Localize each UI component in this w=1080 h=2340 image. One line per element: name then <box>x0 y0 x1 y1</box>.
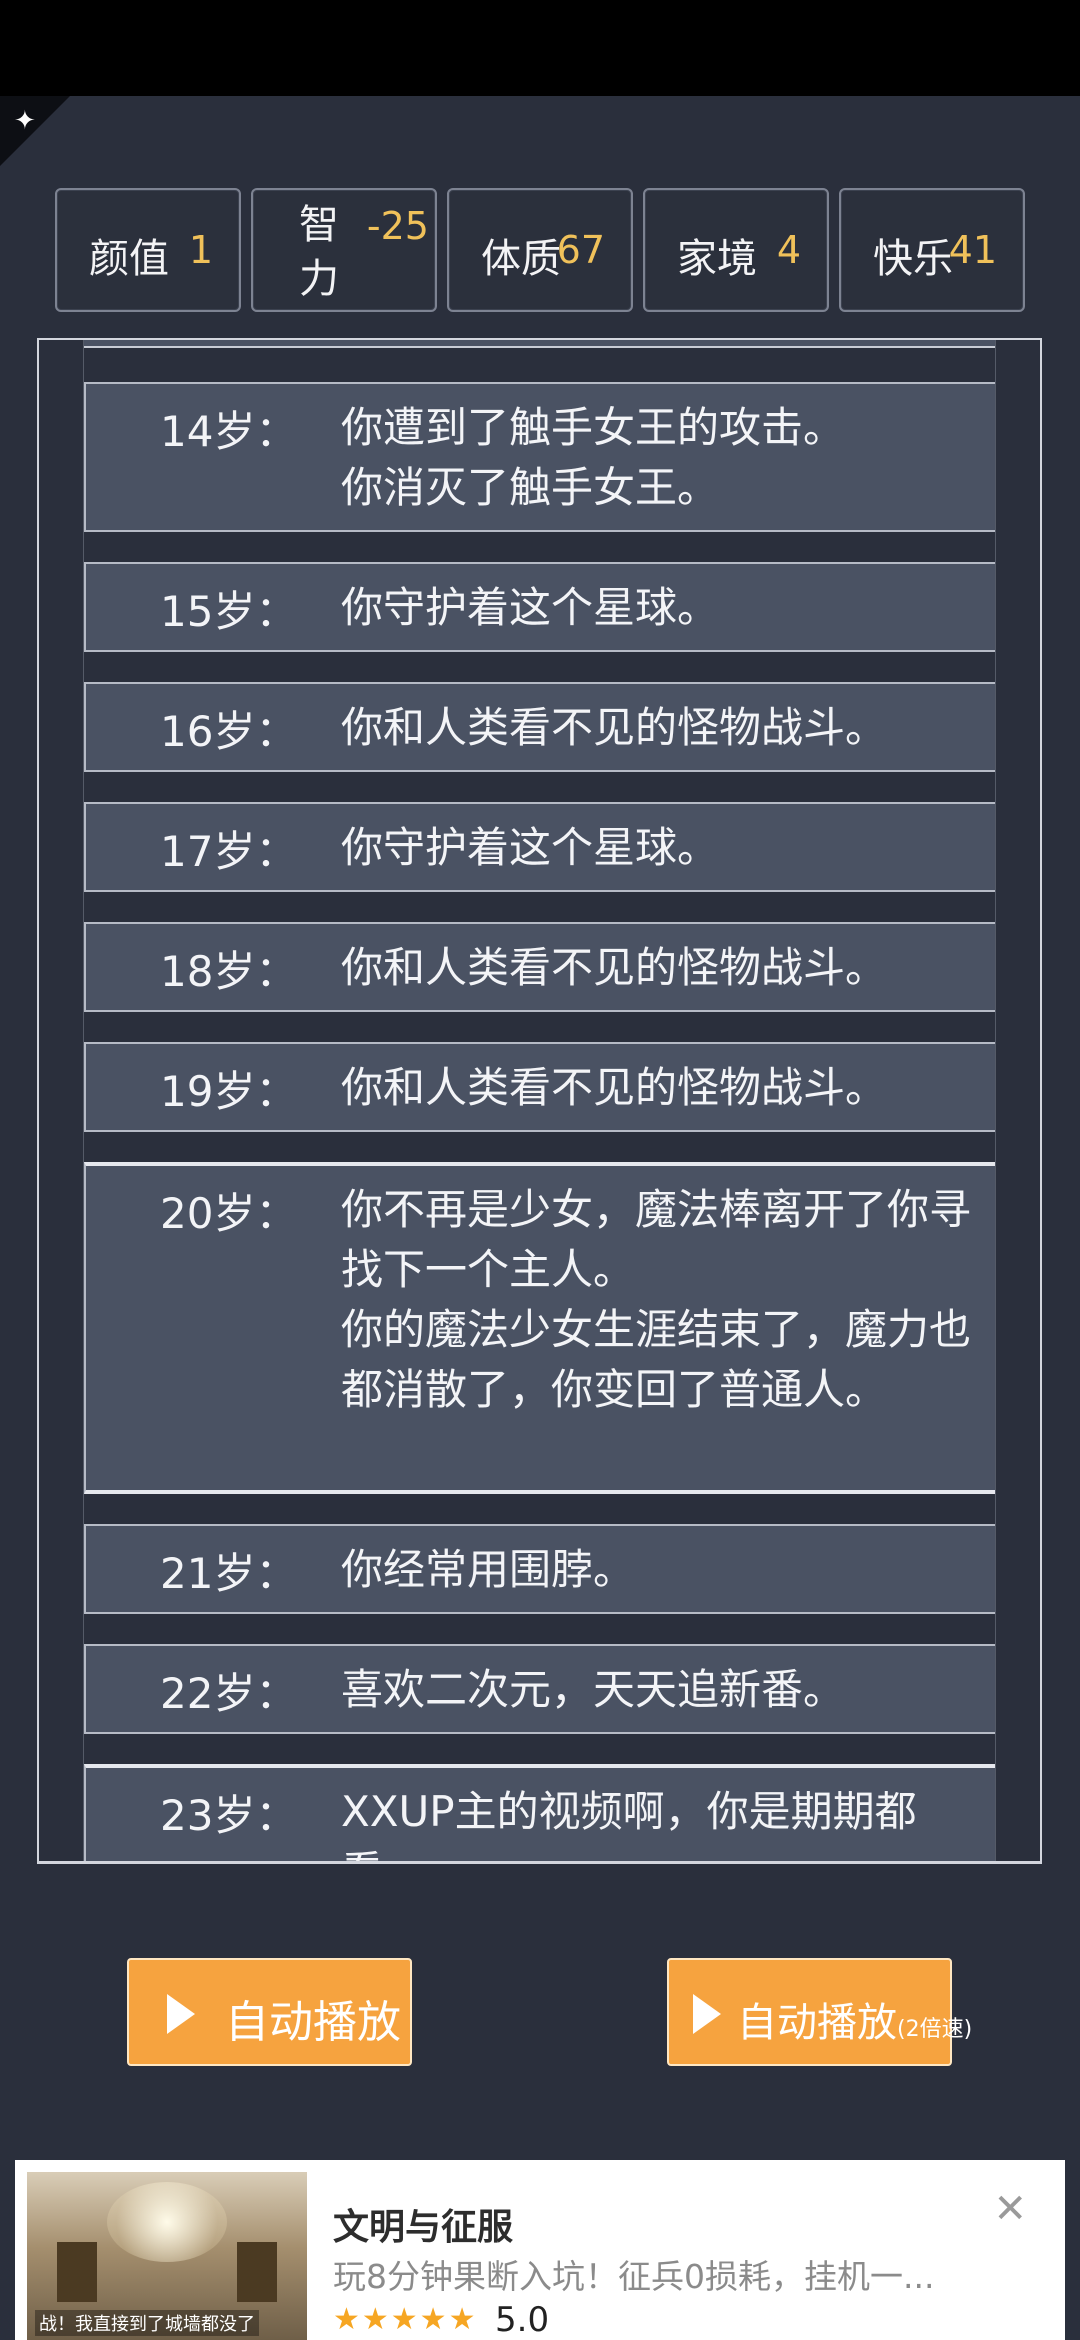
entry-text: 你和人类看不见的怪物战斗。 <box>341 698 981 758</box>
entry-age: 16岁： <box>160 707 298 756</box>
star-rating-icon: ★★★★★ <box>333 2302 478 2337</box>
entry-line: 你守护着这个星球。 <box>341 583 720 632</box>
ad-thumbnail[interactable]: 战！我直接到了城墙都没了 <box>27 2172 307 2340</box>
stat-value: 1 <box>188 228 213 272</box>
log-entry: 16岁： 你和人类看不见的怪物战斗。 <box>84 682 995 772</box>
frame-cap <box>37 338 81 352</box>
entry-text: 你不再是少女，魔法棒离开了你寻找下一个主人。 你的魔法少女生涯结束了，魔力也都消… <box>341 1180 981 1420</box>
bone-icon[interactable]: ✦ <box>14 108 36 134</box>
entry-line: 你和人类看不见的怪物战斗。 <box>341 703 888 752</box>
life-log-panel[interactable]: 14岁： 你遭到了触手女王的攻击。 你消灭了触手女王。 15岁： 你守护着这个星… <box>37 338 1042 1864</box>
thumb-pillar <box>57 2242 97 2302</box>
entry-text: 你守护着这个星球。 <box>341 818 981 878</box>
ad-title[interactable]: 文明与征服 <box>333 2198 513 2250</box>
play-icon <box>693 1994 721 2034</box>
stat-appearance: 颜值 1 <box>55 188 241 312</box>
autoplay-label: 自动播放 <box>225 1997 401 2048</box>
stat-value: 67 <box>556 228 605 272</box>
entry-line: 你和人类看不见的怪物战斗。 <box>341 1063 888 1112</box>
stat-value: -25 <box>366 204 429 248</box>
log-entry: 19岁： 你和人类看不见的怪物战斗。 <box>84 1042 995 1132</box>
entry-age: 23岁： <box>160 1791 298 1840</box>
thumb-light <box>107 2182 227 2262</box>
entry-age: 18岁： <box>160 947 298 996</box>
stat-value: 41 <box>948 228 997 272</box>
entry-text: 你遭到了触手女王的攻击。 你消灭了触手女王。 <box>341 398 981 518</box>
entry-age: 19岁： <box>160 1067 298 1116</box>
entry-text: 你经常用围脖。 <box>341 1540 981 1600</box>
log-entry: 22岁： 喜欢二次元，天天追新番。 <box>84 1644 995 1734</box>
stat-label: 体质 <box>481 236 561 282</box>
log-entry: 18岁： 你和人类看不见的怪物战斗。 <box>84 922 995 1012</box>
log-entry: 17岁： 你守护着这个星球。 <box>84 802 995 892</box>
stat-family: 家境 4 <box>643 188 829 312</box>
entry-line: 你经常用围脖。 <box>341 1545 636 1594</box>
log-entry: 20岁： 你不再是少女，魔法棒离开了你寻找下一个主人。 你的魔法少女生涯结束了，… <box>84 1162 995 1494</box>
entry-line: 你消灭了触手女王。 <box>341 463 720 512</box>
stat-label: 智力 <box>299 202 339 302</box>
status-bar <box>0 0 1080 96</box>
thumb-pillar <box>237 2242 277 2302</box>
stat-happiness: 快乐 41 <box>839 188 1025 312</box>
ad-rating: 5.0 <box>495 2300 550 2340</box>
stat-constitution: 体质 67 <box>447 188 633 312</box>
entry-line: 你和人类看不见的怪物战斗。 <box>341 943 888 992</box>
stat-intelligence: 智力 -25 <box>251 188 437 312</box>
speed-note: (2倍速) <box>897 2017 973 2042</box>
log-entry: 23岁： XXUP主的视频啊，你是期期都看。 <box>84 1764 995 1861</box>
entry-age: 15岁： <box>160 587 298 636</box>
entry-line: 喜欢二次元，天天追新番。 <box>341 1665 846 1714</box>
entry-text: 你和人类看不见的怪物战斗。 <box>341 1058 981 1118</box>
entry-line: 你守护着这个星球。 <box>341 823 720 872</box>
entry-age: 14岁： <box>160 407 298 456</box>
autoplay-2x-label: 自动播放(2倍速) <box>737 1990 972 2048</box>
log-entry: 21岁： 你经常用围脖。 <box>84 1524 995 1614</box>
thumb-caption: 战！我直接到了城墙都没了 <box>35 2310 259 2336</box>
ad-banner[interactable]: 战！我直接到了城墙都没了 文明与征服 玩8分钟果断入坑！征兵0损耗，挂机一...… <box>15 2160 1065 2340</box>
entry-line: 你不再是少女，魔法棒离开了你寻找下一个主人。 <box>341 1185 972 1294</box>
entry-line: XXUP主的视频啊，你是期期都看。 <box>341 1787 917 1861</box>
entry-line: 你的魔法少女生涯结束了，魔力也都消散了，你变回了普通人。 <box>341 1305 972 1414</box>
stat-label: 快乐 <box>873 236 953 282</box>
attribute-bar: 颜值 1 智力 -25 体质 67 家境 4 快乐 41 <box>55 188 1025 314</box>
stat-label: 家境 <box>677 236 757 282</box>
previous-entry-edge <box>84 340 995 348</box>
life-log-scroll[interactable]: 14岁： 你遭到了触手女王的攻击。 你消灭了触手女王。 15岁： 你守护着这个星… <box>83 340 996 1861</box>
entry-text: 你和人类看不见的怪物战斗。 <box>341 938 981 998</box>
entry-text: 你守护着这个星球。 <box>341 578 981 638</box>
ad-description[interactable]: 玩8分钟果断入坑！征兵0损耗，挂机一... <box>333 2250 934 2298</box>
entry-text: 喜欢二次元，天天追新番。 <box>341 1660 981 1720</box>
entry-line: 你遭到了触手女王的攻击。 <box>341 403 846 452</box>
frame-cap <box>998 338 1042 352</box>
entry-text: XXUP主的视频啊，你是期期都看。 <box>341 1782 981 1861</box>
entry-age: 17岁： <box>160 827 298 876</box>
entry-age: 22岁： <box>160 1669 298 1718</box>
entry-age: 20岁： <box>160 1189 298 1238</box>
entry-age: 21岁： <box>160 1549 298 1598</box>
log-entry: 15岁： 你守护着这个星球。 <box>84 562 995 652</box>
close-icon[interactable]: ✕ <box>993 2186 1027 2232</box>
play-icon <box>167 1994 195 2034</box>
autoplay-2x-button[interactable]: 自动播放(2倍速) <box>667 1958 972 2066</box>
stat-value: 4 <box>776 228 801 272</box>
autoplay-button[interactable]: 自动播放 <box>127 1958 412 2066</box>
stat-label: 颜值 <box>89 236 169 282</box>
autoplay-2x-text: 自动播放 <box>737 2000 897 2046</box>
log-entry: 14岁： 你遭到了触手女王的攻击。 你消灭了触手女王。 <box>84 382 995 532</box>
